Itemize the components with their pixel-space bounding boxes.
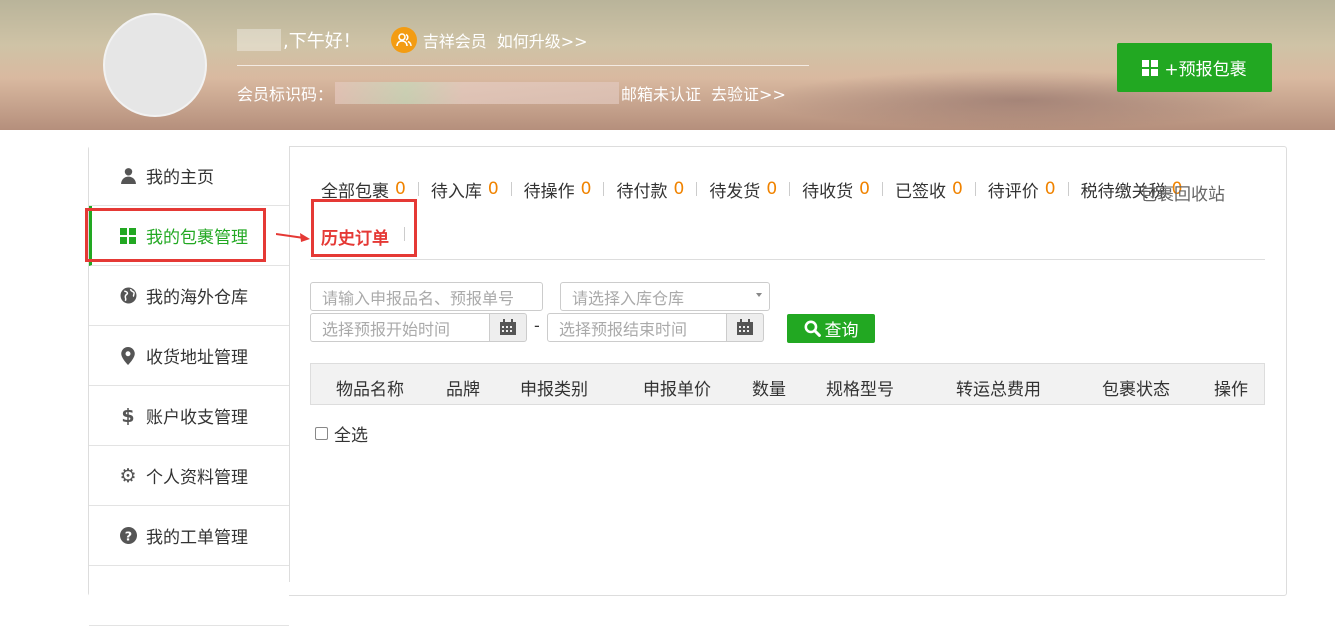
globe-icon <box>119 287 137 305</box>
member-id-redacted <box>335 82 620 104</box>
tab-history-orders[interactable]: 历史订单 <box>321 224 389 249</box>
header-divider <box>237 65 809 66</box>
calendar-icon[interactable] <box>726 313 764 342</box>
greeting-row: ,下午好！ 吉祥会员 如何升级>> <box>237 26 588 54</box>
select-all-checkbox[interactable] <box>315 427 328 440</box>
table-header: 物品名称 品牌 申报类别 申报单价 数量 规格型号 转运总费用 包裹状态 操作 <box>310 363 1265 405</box>
prereport-button[interactable]: +预报包裹 <box>1117 43 1272 92</box>
sidebar-item-label: 我的海外仓库 <box>146 288 248 308</box>
query-label: 查询 <box>824 321 859 341</box>
tab-pending-shipment[interactable]: 待发货 0 <box>709 177 802 202</box>
tab-all[interactable]: 全部包裹 0 <box>321 177 431 202</box>
sidebar-item-home[interactable]: 我的主页 <box>89 146 289 206</box>
sidebar-item-tickets[interactable]: ? 我的工单管理 <box>89 506 289 566</box>
prereport-label: +预报包裹 <box>1164 60 1247 80</box>
user-name-redacted <box>237 29 281 51</box>
sidebar-item-more[interactable] <box>89 566 289 626</box>
column-header: 转运总费用 <box>956 380 1041 400</box>
grid-icon <box>1142 59 1159 76</box>
calendar-icon[interactable] <box>489 313 527 342</box>
status-tabs: 全部包裹 0 待入库 0 待操作 0 待付款 0 待发货 0 待收货 0 已签收 0 待评价 0… <box>321 177 1182 202</box>
tab-pending-operation[interactable]: 待操作 0 <box>524 177 617 202</box>
column-header: 申报类别 <box>520 380 588 400</box>
column-header: 规格型号 <box>826 380 894 400</box>
query-button[interactable]: 查询 <box>787 314 875 343</box>
search-icon <box>804 320 821 337</box>
column-header: 品牌 <box>446 380 480 400</box>
tab-pending-receipt[interactable]: 待收货 0 <box>802 177 895 202</box>
tab-separator <box>404 227 405 241</box>
member-level: 吉祥会员 <box>422 32 487 51</box>
tab-pending-storage[interactable]: 待入库 0 <box>431 177 524 202</box>
end-date-input[interactable]: 选择预报结束时间 <box>547 313 727 342</box>
sidebar-item-address[interactable]: 收货地址管理 <box>89 326 289 386</box>
tab-pending-review[interactable]: 待评价 0 <box>988 177 1081 202</box>
highlight-box-packages <box>85 208 266 262</box>
sidebar-item-warehouse[interactable]: 我的海外仓库 <box>89 266 289 326</box>
chevron-down-icon <box>756 293 762 297</box>
date-range-dash: - <box>534 316 540 335</box>
sidebar-item-label: 个人资料管理 <box>146 468 248 488</box>
gear-icon: ⚙ <box>119 464 137 487</box>
tabs-divider <box>310 259 1265 260</box>
column-header: 数量 <box>752 380 786 400</box>
column-header: 包裹状态 <box>1102 380 1170 400</box>
start-date-input[interactable]: 选择预报开始时间 <box>310 313 490 342</box>
map-marker-icon <box>119 346 137 365</box>
warehouse-select-placeholder: 请选择入库仓库 <box>572 288 685 308</box>
member-id-row: 会员标识码： 邮箱未认证 去验证>> <box>237 80 786 106</box>
user-icon <box>119 167 137 185</box>
sidebar-item-label: 我的主页 <box>146 168 214 188</box>
column-header: 操作 <box>1214 380 1248 400</box>
verify-link[interactable]: 去验证>> <box>711 81 786 105</box>
svg-text:?: ? <box>124 529 131 544</box>
dollar-icon: $ <box>121 404 135 427</box>
upgrade-link[interactable]: 如何升级>> <box>497 28 588 52</box>
column-header: 申报单价 <box>643 380 711 400</box>
sidebar-item-account[interactable]: $ 账户收支管理 <box>89 386 289 446</box>
sidebar-item-label: 我的工单管理 <box>146 528 248 548</box>
tab-recycle-bin[interactable]: 包裹回收站 <box>1140 180 1225 205</box>
avatar[interactable] <box>103 13 207 117</box>
question-icon: ? <box>119 527 137 545</box>
search-input[interactable]: 请输入申报品名、预报单号 <box>310 282 543 311</box>
greeting-text: ,下午好！ <box>283 31 361 52</box>
select-all[interactable]: 全选 <box>315 421 368 446</box>
annotation-arrow <box>276 233 310 242</box>
sidebar-item-profile[interactable]: ⚙ 个人资料管理 <box>89 446 289 506</box>
select-all-label: 全选 <box>334 426 368 446</box>
tab-signed[interactable]: 已签收 0 <box>895 177 988 202</box>
member-level-icon <box>390 27 417 53</box>
sidebar-item-label: 收货地址管理 <box>146 348 248 368</box>
sidebar-item-label: 账户收支管理 <box>146 408 248 428</box>
warehouse-select[interactable]: 请选择入库仓库 <box>560 282 770 311</box>
column-header: 物品名称 <box>336 380 404 400</box>
email-status: 邮箱未认证 <box>621 85 702 104</box>
tab-pending-payment[interactable]: 待付款 0 <box>616 177 709 202</box>
member-id-label: 会员标识码： <box>237 85 334 104</box>
